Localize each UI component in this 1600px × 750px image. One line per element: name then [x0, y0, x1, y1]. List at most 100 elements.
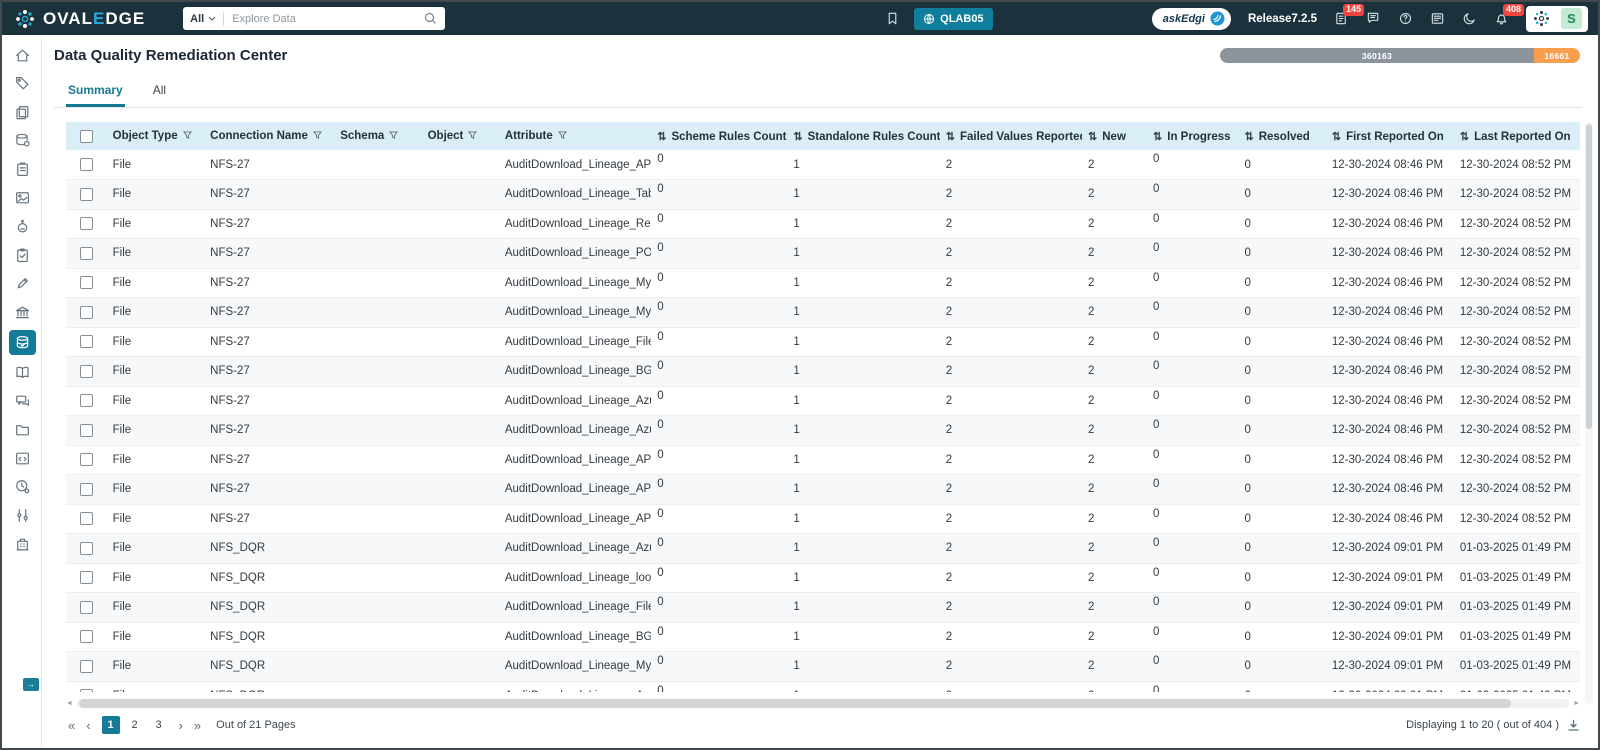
brand-logo[interactable]: OVALEDGE [14, 8, 145, 30]
hscroll-right-arrow[interactable]: ► [1573, 700, 1580, 707]
sidebar-item-certification[interactable] [10, 273, 36, 295]
filter-icon[interactable] [468, 131, 477, 140]
row-checkbox[interactable] [80, 512, 93, 525]
ask-edgi-button[interactable]: askEdgi [1152, 8, 1231, 30]
column-header[interactable]: ⇅In Progress [1147, 122, 1238, 150]
sidebar-item-projects[interactable] [10, 419, 36, 441]
cell-attribute[interactable]: AuditDownload_Lineage_BG_NFS... [499, 622, 651, 652]
sidebar-item-organization[interactable] [10, 533, 36, 555]
sort-icon[interactable]: ⇅ [1332, 131, 1341, 143]
cell-attribute[interactable]: AuditDownload_Lineage_API.Proj... [499, 445, 651, 475]
sidebar-item-notes[interactable] [10, 158, 36, 180]
download-icon[interactable] [1567, 719, 1580, 732]
cell-attribute[interactable]: AuditDownload_Lineage_API_TES... [499, 504, 651, 534]
row-checkbox[interactable] [80, 247, 93, 260]
column-header[interactable]: ⇅First Reported On [1326, 122, 1454, 150]
page-number-button[interactable]: 3 [150, 716, 168, 734]
previous-page-button[interactable]: ‹ [86, 719, 90, 732]
cell-attribute[interactable]: AuditDownload_Lineage_API.Dive... [499, 475, 651, 505]
row-checkbox[interactable] [80, 601, 93, 614]
filter-icon[interactable] [313, 131, 322, 140]
sort-icon[interactable]: ⇅ [946, 131, 955, 143]
row-checkbox[interactable] [80, 689, 93, 692]
cell-attribute[interactable]: AuditDownload_Lineage_Azureda... [499, 534, 651, 564]
settings-gear-icon[interactable] [1532, 9, 1551, 28]
page-number-button[interactable]: 1 [102, 716, 120, 734]
column-header[interactable]: ⇅Scheme Rules Count [651, 122, 787, 150]
column-header[interactable]: ⇅Failed Values Reported [940, 122, 1082, 150]
panel-expand-toggle[interactable]: → [23, 678, 39, 691]
sidebar-item-tasks[interactable] [10, 244, 36, 266]
row-checkbox[interactable] [80, 571, 93, 584]
sort-icon[interactable]: ⇅ [1153, 131, 1162, 143]
row-checkbox[interactable] [80, 276, 93, 289]
row-checkbox[interactable] [80, 630, 93, 643]
row-checkbox[interactable] [80, 365, 93, 378]
next-page-button[interactable]: › [179, 719, 183, 732]
sort-icon[interactable]: ⇅ [657, 131, 666, 143]
row-checkbox[interactable] [80, 453, 93, 466]
filter-icon[interactable] [558, 131, 567, 140]
sidebar-item-home[interactable] [10, 44, 36, 66]
cell-attribute[interactable]: AuditDownload_Lineage_Mysql.in... [499, 652, 651, 682]
row-checkbox[interactable] [80, 660, 93, 673]
sidebar-item-governance[interactable] [10, 301, 36, 323]
page-number-button[interactable]: 2 [126, 716, 144, 734]
row-checkbox[interactable] [80, 394, 93, 407]
column-header[interactable]: ⇅Resolved [1238, 122, 1325, 150]
sort-icon[interactable]: ⇅ [1460, 131, 1469, 143]
cell-attribute[interactable]: AuditDownload_Lineage_Azureda... [499, 681, 651, 692]
search-scope-dropdown[interactable]: All [183, 13, 223, 25]
sidebar-item-scheduler[interactable] [10, 476, 36, 498]
news-icon[interactable] [1430, 11, 1445, 26]
sidebar-item-data-quality[interactable] [9, 330, 36, 355]
dark-mode-icon[interactable] [1462, 11, 1477, 26]
hscroll-left-arrow[interactable]: ◄ [66, 700, 73, 707]
last-page-button[interactable]: » [194, 719, 201, 732]
filter-icon[interactable] [389, 131, 398, 140]
row-checkbox[interactable] [80, 542, 93, 555]
cell-attribute[interactable]: AuditDownload_Lineage_API_Attri... [499, 150, 651, 180]
notifications-icon[interactable]: 408 [1494, 11, 1509, 26]
cell-attribute[interactable]: AuditDownload_Lineage_POSTGR... [499, 239, 651, 269]
sidebar-item-data-sources[interactable] [10, 130, 36, 152]
sidebar-item-glossary[interactable] [10, 362, 36, 384]
column-header[interactable]: Connection Name [204, 122, 334, 150]
search-icon[interactable] [424, 12, 437, 25]
search-input[interactable] [224, 13, 424, 25]
tasks-icon[interactable]: 145 [1334, 11, 1349, 26]
cell-attribute[interactable]: AuditDownload_Lineage_Report_... [499, 209, 651, 239]
row-checkbox[interactable] [80, 335, 93, 348]
row-checkbox[interactable] [80, 217, 93, 230]
column-header[interactable]: ⇅Standalone Rules Count [787, 122, 939, 150]
environment-badge[interactable]: QLAB05 [914, 8, 992, 30]
tab-summary[interactable]: Summary [66, 79, 125, 107]
cell-attribute[interactable]: AuditDownload_Lineage_looker.U... [499, 563, 651, 593]
column-header[interactable]: ⇅New [1082, 122, 1147, 150]
hscroll-track[interactable] [77, 699, 1569, 708]
row-checkbox[interactable] [80, 158, 93, 171]
first-page-button[interactable]: « [68, 719, 75, 732]
sidebar-item-tags[interactable] [10, 73, 36, 95]
column-header[interactable]: Object Type [107, 122, 205, 150]
cell-attribute[interactable]: AuditDownload_Lineage_Azureda... [499, 386, 651, 416]
column-header[interactable]: Schema [334, 122, 421, 150]
select-all-checkbox[interactable] [80, 130, 93, 143]
cell-attribute[interactable]: AuditDownload_Lineage_Azureda... [499, 416, 651, 446]
sidebar-item-catalog[interactable] [10, 101, 36, 123]
cell-attribute[interactable]: AuditDownload_Lineage_Mysql.in... [499, 268, 651, 298]
row-checkbox[interactable] [80, 306, 93, 319]
cell-attribute[interactable]: AuditDownload_Lineage_BG_NFS... [499, 357, 651, 387]
column-header[interactable]: ⇅Last Reported On [1454, 122, 1580, 150]
cell-attribute[interactable]: AuditDownload_Lineage_Table_C... [499, 180, 651, 210]
sidebar-item-tools[interactable] [10, 505, 36, 527]
row-checkbox[interactable] [80, 424, 93, 437]
user-avatar[interactable]: S [1561, 8, 1582, 29]
cell-attribute[interactable]: AuditDownload_Lineage_File_Col... [499, 593, 651, 623]
sidebar-item-query-sheet[interactable] [10, 447, 36, 469]
tab-all[interactable]: All [151, 79, 168, 107]
sidebar-item-collaboration[interactable] [10, 390, 36, 412]
sort-icon[interactable]: ⇅ [1088, 131, 1097, 143]
messages-icon[interactable] [1366, 11, 1381, 26]
column-header[interactable]: Object [422, 122, 499, 150]
